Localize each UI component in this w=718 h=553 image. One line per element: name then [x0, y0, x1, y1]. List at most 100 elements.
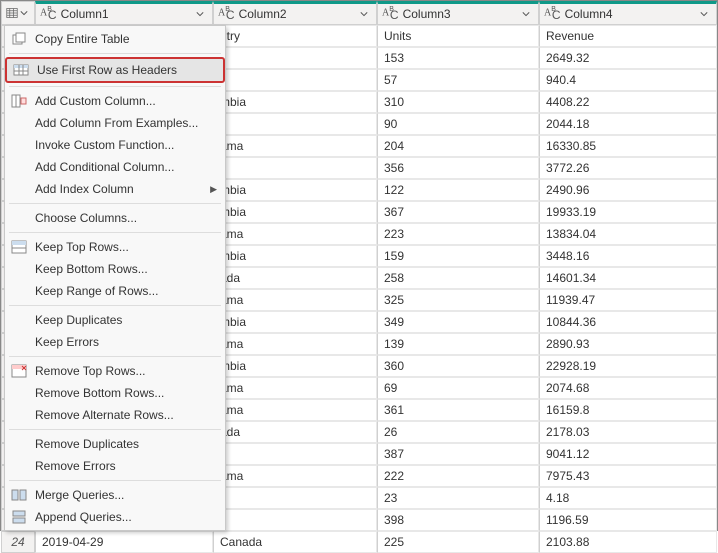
column-dropdown-icon[interactable]	[356, 6, 372, 22]
column-dropdown-icon[interactable]	[192, 6, 208, 22]
table-cell[interactable]: 3448.16	[539, 245, 717, 267]
table-cell[interactable]: mbia	[213, 355, 377, 377]
table-cell[interactable]: ada	[213, 421, 377, 443]
menu-item[interactable]: Add Custom Column...	[5, 90, 225, 112]
menu-item[interactable]: Remove Duplicates	[5, 433, 225, 455]
table-cell[interactable]: ama	[213, 465, 377, 487]
table-cell[interactable]: 223	[377, 223, 539, 245]
table-cell[interactable]: Revenue	[539, 25, 717, 47]
row-number[interactable]: 24	[1, 531, 35, 553]
table-cell[interactable]: il	[213, 47, 377, 69]
menu-item[interactable]: Keep Range of Rows...	[5, 280, 225, 302]
table-cell[interactable]: 356	[377, 157, 539, 179]
table-cell[interactable]: il	[213, 157, 377, 179]
table-cell[interactable]: ntry	[213, 25, 377, 47]
table-cell[interactable]: 2649.32	[539, 47, 717, 69]
column-header-4[interactable]: ABCColumn4	[539, 1, 717, 25]
menu-item[interactable]: Append Queries...	[5, 506, 225, 528]
table-cell[interactable]: 22928.19	[539, 355, 717, 377]
column-dropdown-icon[interactable]	[18, 5, 30, 21]
table-cell[interactable]: ama	[213, 333, 377, 355]
menu-item[interactable]: Keep Duplicates	[5, 309, 225, 331]
menu-item[interactable]: Merge Queries...	[5, 484, 225, 506]
table-cell[interactable]: ama	[213, 135, 377, 157]
menu-item[interactable]: Add Index Column▶	[5, 178, 225, 200]
table-cell[interactable]: 225	[377, 531, 539, 553]
column-dropdown-icon[interactable]	[696, 6, 712, 22]
table-cell[interactable]: 367	[377, 201, 539, 223]
column-header-2[interactable]: ABCColumn2	[213, 1, 377, 25]
table-cell[interactable]: il	[213, 509, 377, 531]
table-cell[interactable]: 90	[377, 113, 539, 135]
table-cell[interactable]: ama	[213, 223, 377, 245]
table-cell[interactable]: 153	[377, 47, 539, 69]
table-cell[interactable]: 360	[377, 355, 539, 377]
table-cell[interactable]: 387	[377, 443, 539, 465]
menu-item[interactable]: Remove Bottom Rows...	[5, 382, 225, 404]
table-cell[interactable]: mbia	[213, 311, 377, 333]
table-cell[interactable]: il	[213, 487, 377, 509]
table-cell[interactable]: 222	[377, 465, 539, 487]
table-cell[interactable]: 26	[377, 421, 539, 443]
menu-item[interactable]: Remove Alternate Rows...	[5, 404, 225, 426]
column-dropdown-icon[interactable]	[518, 6, 534, 22]
table-cell[interactable]: mbia	[213, 245, 377, 267]
menu-item[interactable]: Keep Bottom Rows...	[5, 258, 225, 280]
menu-item[interactable]: Invoke Custom Function...	[5, 134, 225, 156]
table-cell[interactable]: ama	[213, 377, 377, 399]
table-cell[interactable]: 361	[377, 399, 539, 421]
table-cell[interactable]: il	[213, 443, 377, 465]
table-cell[interactable]: 10844.36	[539, 311, 717, 333]
table-cell[interactable]: il	[213, 113, 377, 135]
table-cell[interactable]: 940.4	[539, 69, 717, 91]
menu-item[interactable]: Keep Errors	[5, 331, 225, 353]
table-cell[interactable]: 16159.8	[539, 399, 717, 421]
table-cell[interactable]: 13834.04	[539, 223, 717, 245]
table-cell[interactable]: ama	[213, 399, 377, 421]
table-cell[interactable]: 23	[377, 487, 539, 509]
menu-item[interactable]: Keep Top Rows...	[5, 236, 225, 258]
table-cell[interactable]: 69	[377, 377, 539, 399]
table-cell[interactable]: ama	[213, 289, 377, 311]
table-cell[interactable]: 398	[377, 509, 539, 531]
table-cell[interactable]: 4408.22	[539, 91, 717, 113]
table-cell[interactable]: 2074.68	[539, 377, 717, 399]
table-cell[interactable]: 2019-04-29	[35, 531, 213, 553]
table-cell[interactable]: 159	[377, 245, 539, 267]
table-cell[interactable]: 14601.34	[539, 267, 717, 289]
menu-item[interactable]: Remove Top Rows...	[5, 360, 225, 382]
table-cell[interactable]: ada	[213, 267, 377, 289]
column-header-1[interactable]: ABCColumn1	[35, 1, 213, 25]
table-cell[interactable]: 3772.26	[539, 157, 717, 179]
column-header-3[interactable]: ABCColumn3	[377, 1, 539, 25]
table-cell[interactable]: 204	[377, 135, 539, 157]
table-cell[interactable]: 2890.93	[539, 333, 717, 355]
table-cell[interactable]: 1196.59	[539, 509, 717, 531]
menu-item[interactable]: Use First Row as Headers	[5, 57, 225, 83]
table-cell[interactable]: 7975.43	[539, 465, 717, 487]
table-cell[interactable]: 2490.96	[539, 179, 717, 201]
table-cell[interactable]: mbia	[213, 201, 377, 223]
menu-item[interactable]: Copy Entire Table	[5, 28, 225, 50]
table-cell[interactable]: 310	[377, 91, 539, 113]
table-cell[interactable]: il	[213, 69, 377, 91]
table-cell[interactable]: 122	[377, 179, 539, 201]
menu-item[interactable]: Add Conditional Column...	[5, 156, 225, 178]
table-cell[interactable]: Canada	[213, 531, 377, 553]
table-cell[interactable]: 2103.88	[539, 531, 717, 553]
menu-item[interactable]: Choose Columns...	[5, 207, 225, 229]
table-cell[interactable]: mbia	[213, 179, 377, 201]
table-cell[interactable]: Units	[377, 25, 539, 47]
menu-item[interactable]: Add Column From Examples...	[5, 112, 225, 134]
table-cell[interactable]: 325	[377, 289, 539, 311]
table-cell[interactable]: 349	[377, 311, 539, 333]
table-cell[interactable]: 57	[377, 69, 539, 91]
table-cell[interactable]: mbia	[213, 91, 377, 113]
table-cell[interactable]: 4.18	[539, 487, 717, 509]
table-cell[interactable]: 11939.47	[539, 289, 717, 311]
menu-item[interactable]: Remove Errors	[5, 455, 225, 477]
table-cell[interactable]: 9041.12	[539, 443, 717, 465]
table-cell[interactable]: 2044.18	[539, 113, 717, 135]
table-cell[interactable]: 139	[377, 333, 539, 355]
table-cell[interactable]: 258	[377, 267, 539, 289]
